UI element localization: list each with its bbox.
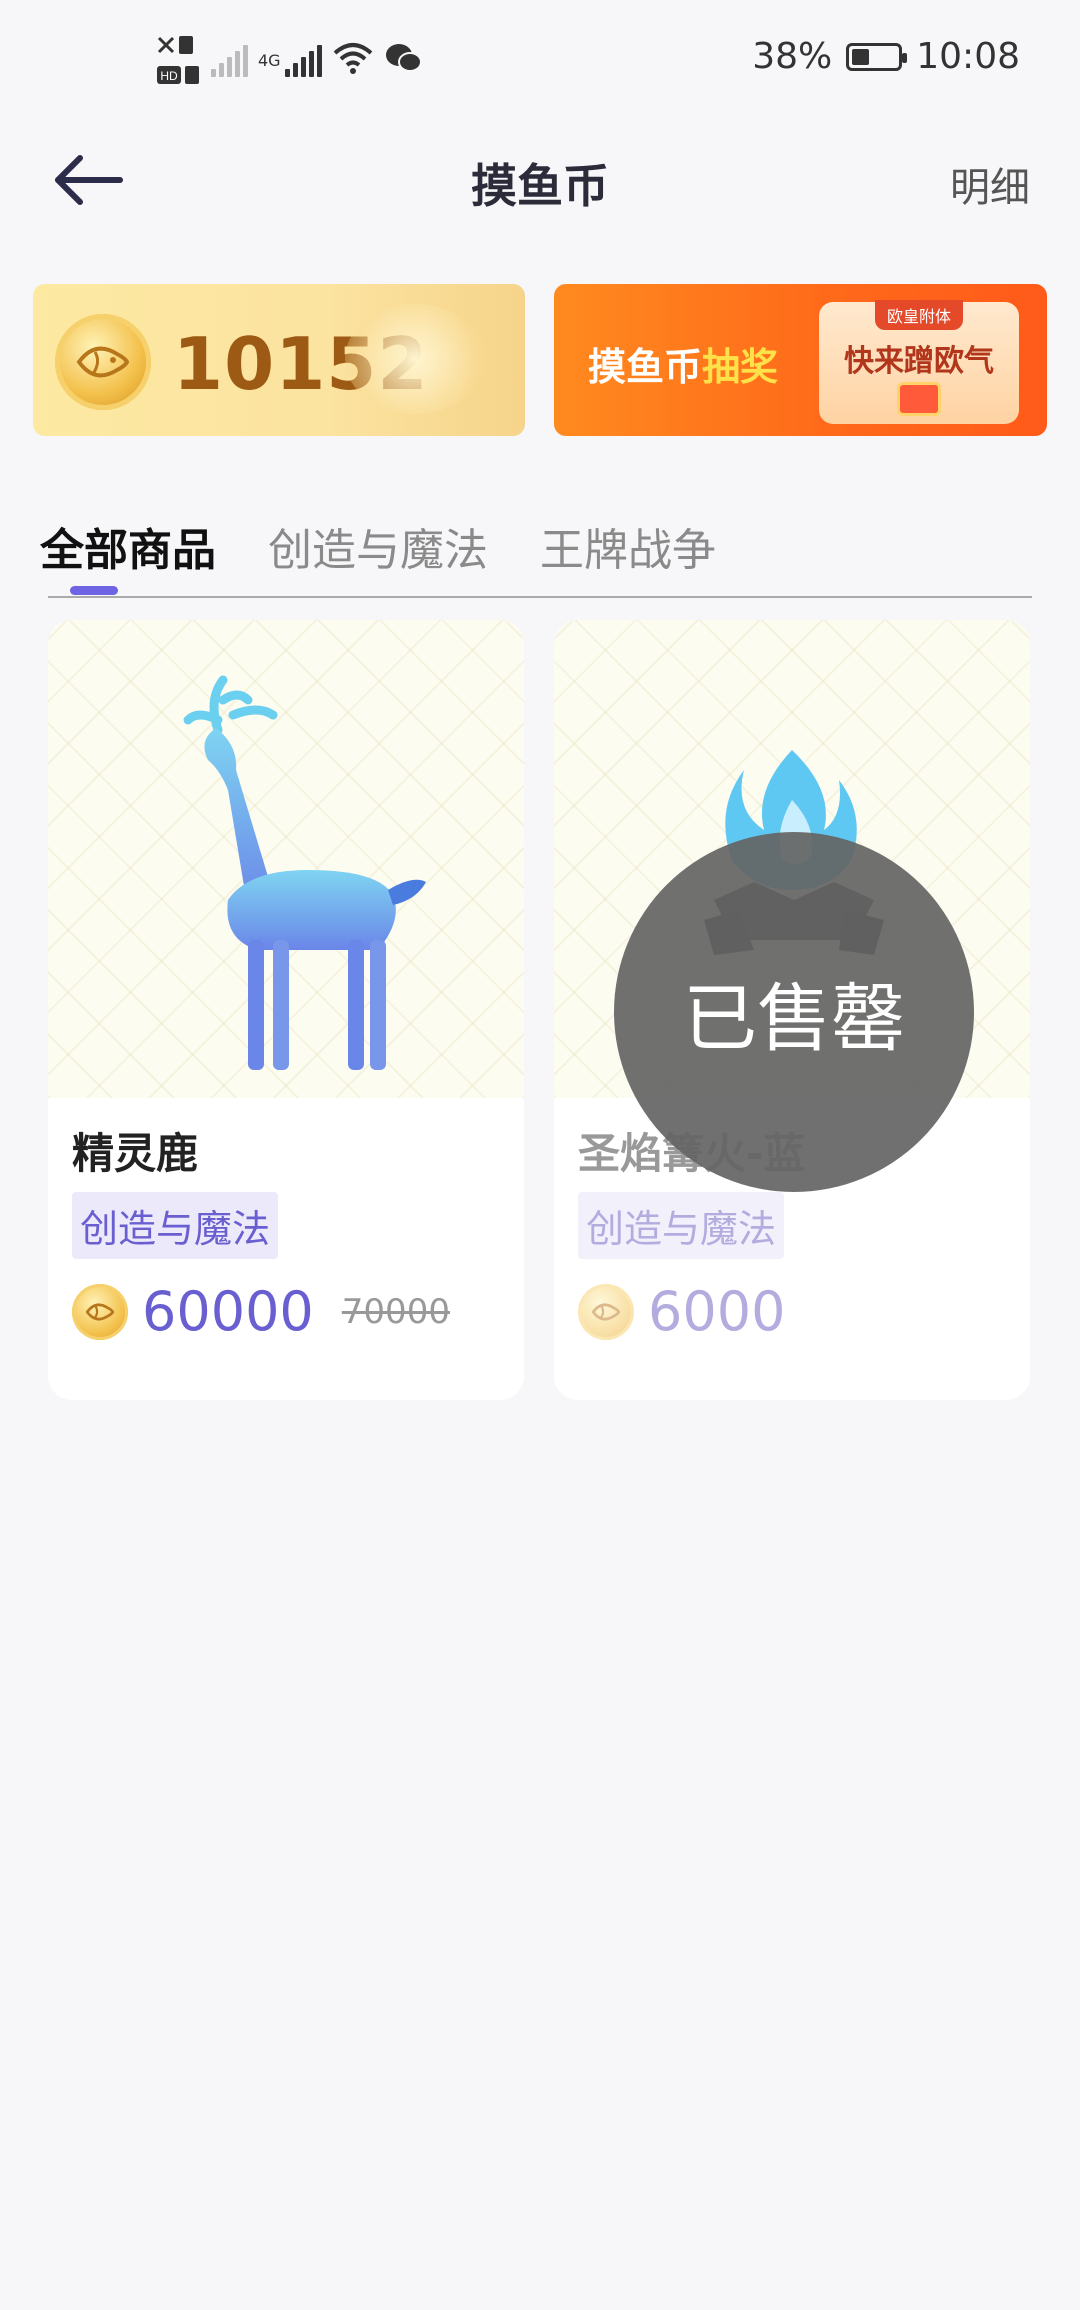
battery-icon — [846, 42, 908, 71]
detail-button[interactable]: 明细 — [950, 155, 1030, 213]
balance-banner[interactable]: 10152 — [33, 284, 525, 436]
lottery-title-a: 摸鱼币 — [588, 345, 703, 389]
product-image-spirit-deer — [48, 620, 524, 1098]
lottery-card: 欧皇附体 快来蹭欧气 — [819, 300, 1019, 424]
lottery-card-tag: 欧皇附体 — [874, 300, 964, 330]
product-category-tag: 创造与魔法 — [578, 1192, 785, 1259]
signal-1-icon — [211, 43, 248, 77]
lottery-card-text: 快来蹭欧气 — [844, 344, 994, 379]
price-row: 6000 — [578, 1280, 785, 1343]
tab-all[interactable]: 全部商品 — [40, 514, 216, 578]
product-card[interactable]: 圣焰篝火-蓝 创造与魔法 6000 已售罄 — [554, 620, 1030, 1400]
network-type: 4G — [258, 50, 281, 70]
fish-coin-icon — [55, 314, 151, 410]
product-category-tag: 创造与魔法 — [72, 1192, 279, 1259]
product-name: 精灵鹿 — [72, 1129, 199, 1178]
clock: 10:08 — [916, 36, 1020, 77]
signal-2-icon — [284, 43, 322, 77]
fish-coin-icon — [72, 1283, 128, 1340]
tab-indicator — [70, 586, 118, 595]
lottery-title: 摸鱼币抽奖 — [588, 336, 778, 391]
status-left-icons: HD 4G — [155, 30, 422, 90]
nav-bar: 摸鱼币 明细 — [0, 120, 1080, 240]
tab-ace-war[interactable]: 王牌战争 — [540, 514, 716, 578]
lottery-title-b: 抽奖 — [702, 345, 779, 389]
sim-card-icon: HD — [155, 30, 201, 90]
fish-coin-icon — [578, 1283, 634, 1340]
status-bar: HD 4G 38% 10:08 — [0, 0, 1080, 120]
treasure-decoration — [345, 304, 485, 414]
category-tabs: 全部商品 创造与魔法 王牌战争 — [40, 514, 716, 578]
product-price: 60000 — [142, 1280, 314, 1343]
lottery-banner[interactable]: 摸鱼币抽奖 欧皇附体 快来蹭欧气 — [554, 284, 1047, 436]
shop-panel: 全部商品 创造与魔法 王牌战争 精灵鹿 创造与魔法 60000 70000 创造… — [0, 476, 1080, 2310]
product-card[interactable]: 精灵鹿 创造与魔法 60000 70000 — [48, 620, 524, 1400]
svg-text:HD: HD — [160, 69, 178, 83]
status-right: 38% 10:08 — [752, 36, 1020, 77]
deer-icon — [183, 675, 426, 1070]
wifi-icon — [332, 41, 374, 79]
page-title: 摸鱼币 — [471, 159, 609, 213]
wechat-icon — [384, 42, 422, 78]
price-row: 60000 70000 — [72, 1280, 450, 1343]
battery-percent: 38% — [752, 36, 833, 77]
product-price: 6000 — [648, 1280, 786, 1343]
gift-icon — [897, 382, 941, 416]
tab-creation-magic[interactable]: 创造与魔法 — [268, 514, 488, 578]
sold-out-badge: 已售罄 — [614, 832, 974, 1192]
product-original-price: 70000 — [341, 1291, 450, 1332]
tab-divider — [48, 596, 1032, 598]
